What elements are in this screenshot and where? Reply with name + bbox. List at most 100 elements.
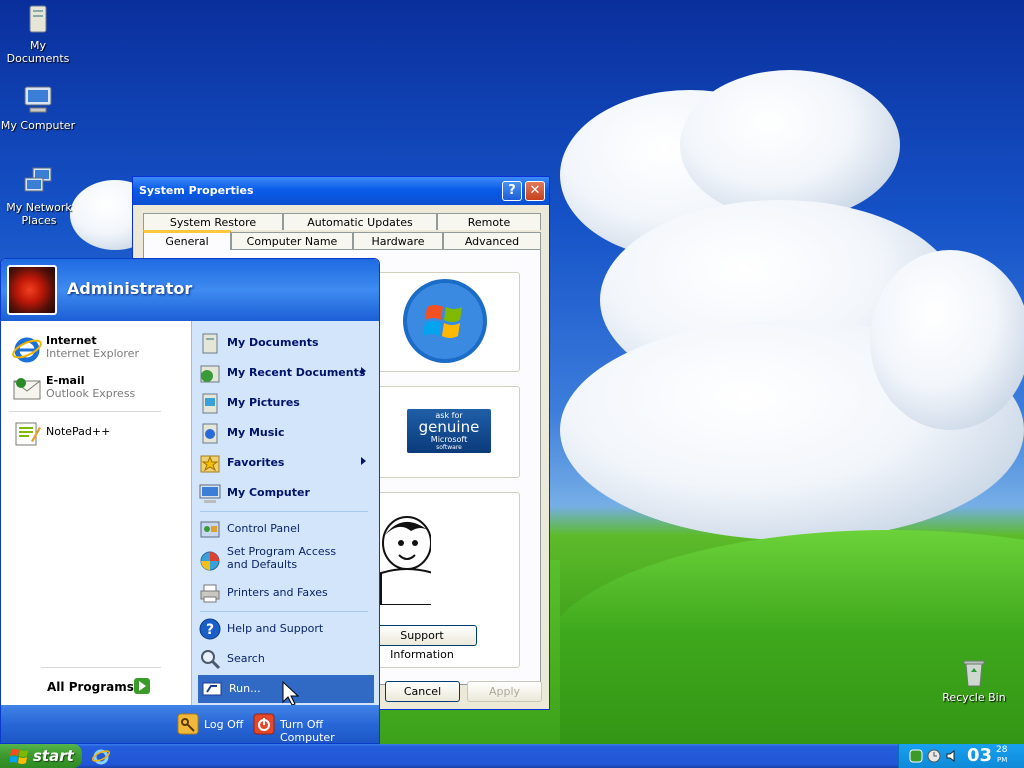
divider (200, 611, 368, 612)
tab-general[interactable]: General (143, 230, 231, 250)
window-title: System Properties (139, 184, 254, 197)
menu-item-label: My Music (227, 426, 285, 439)
taskbar: start 03 28 PM (0, 744, 1024, 768)
control-panel-icon (200, 521, 220, 538)
badge-line: software (436, 444, 462, 451)
start-button[interactable]: start (0, 744, 82, 768)
menu-item-favorites[interactable]: Favorites (196, 449, 376, 477)
computer-icon (22, 84, 54, 116)
close-button[interactable]: ✕ (525, 181, 545, 201)
turn-off-computer-button[interactable]: Turn Off Computer (253, 713, 377, 743)
genuine-microsoft-badge: ask for genuine Microsoft software (407, 409, 491, 453)
menu-item-label: Search (227, 652, 265, 665)
desktop-icon-label: My Computer (0, 119, 76, 132)
menu-item-label: Favorites (227, 456, 285, 469)
recent-documents-icon (200, 365, 220, 383)
menu-item-label: My Pictures (227, 396, 300, 409)
run-icon (202, 682, 222, 696)
windows-flag-icon (10, 749, 28, 764)
submenu-arrow-icon (361, 457, 366, 465)
program-subtitle: Outlook Express (46, 387, 136, 400)
my-documents-icon (202, 333, 218, 354)
divider (9, 411, 161, 412)
oem-box: Support Information (367, 492, 520, 668)
clock-minutes: 28 (996, 745, 1008, 755)
start-menu[interactable]: Administrator Internet Internet Explorer… (0, 258, 380, 744)
tab-remote[interactable]: Remote (437, 213, 541, 230)
menu-item-label: Help and Support (227, 622, 324, 635)
system-tray: 03 28 PM (898, 744, 1024, 768)
cancel-button[interactable]: Cancel (385, 681, 460, 702)
clock-hour: 03 (967, 745, 993, 766)
menu-item-control-panel[interactable]: Control Panel (196, 515, 376, 543)
tab-computer-name[interactable]: Computer Name (231, 232, 353, 249)
my-music-icon (202, 423, 218, 444)
power-icon (253, 713, 275, 735)
program-title: Internet (46, 334, 97, 347)
notepad-plus-plus-icon (11, 417, 43, 449)
desktop-icon-my-network-places[interactable]: My Network Places (0, 166, 80, 227)
quick-launch-internet-explorer-icon[interactable] (92, 747, 110, 765)
all-programs-label: All Programs (47, 680, 134, 694)
user-avatar[interactable] (7, 265, 57, 315)
cloud (870, 250, 1024, 430)
clock-ampm: PM (997, 756, 1008, 764)
start-menu-header: Administrator (1, 259, 379, 321)
menu-item-help-and-support[interactable]: ? Help and Support (196, 615, 376, 643)
close-icon: ✕ (529, 183, 541, 198)
program-subtitle: Internet Explorer (46, 347, 139, 360)
desktop-icon-label: My Network Places (6, 201, 72, 227)
menu-item-my-computer[interactable]: My Computer (196, 479, 376, 507)
menu-item-my-pictures[interactable]: My Pictures (196, 389, 376, 417)
badge-line: genuine (418, 418, 480, 436)
menu-item-label: My Documents (227, 336, 319, 349)
windows-logo-icon (403, 279, 487, 363)
help-icon: ? (199, 618, 221, 640)
oem-character-image (380, 516, 431, 605)
tab-system-restore[interactable]: System Restore (143, 213, 283, 230)
log-off-button[interactable]: Log Off (177, 713, 249, 737)
pinned-internet[interactable]: Internet Internet Explorer (9, 331, 185, 367)
pinned-email[interactable]: E-mail Outlook Express (9, 371, 185, 407)
recent-notepad-plus-plus[interactable]: NotePad++ (9, 415, 185, 451)
svg-text:?: ? (206, 622, 214, 638)
window-titlebar[interactable]: System Properties ? ✕ (133, 177, 549, 205)
divider (200, 511, 368, 512)
menu-item-my-music[interactable]: My Music (196, 419, 376, 447)
genuine-box: ask for genuine Microsoft software (374, 386, 520, 478)
menu-item-set-program-access[interactable]: Set Program Access and Defaults (196, 543, 376, 579)
program-title: E-mail (46, 374, 85, 387)
desktop-icon-my-computer[interactable]: My Computer (0, 84, 78, 132)
menu-item-label: My Computer (227, 486, 310, 499)
menu-item-my-documents[interactable]: My Documents (196, 329, 376, 357)
menu-item-label: Run... (229, 682, 261, 695)
recycle-bin-icon (958, 656, 990, 688)
submenu-arrow-icon (361, 367, 366, 375)
menu-item-my-recent-documents[interactable]: My Recent Documents (196, 359, 376, 387)
menu-item-printers-and-faxes[interactable]: Printers and Faxes (196, 579, 376, 607)
program-title: NotePad++ (46, 425, 111, 438)
desktop-icon-recycle-bin[interactable]: Recycle Bin (934, 656, 1014, 704)
all-programs-button[interactable]: All Programs (41, 675, 161, 699)
help-button[interactable]: ? (502, 181, 522, 201)
tab-automatic-updates[interactable]: Automatic Updates (283, 213, 437, 230)
tab-advanced[interactable]: Advanced (443, 232, 541, 249)
desktop-icon-my-documents[interactable]: My Documents (0, 4, 78, 65)
desktop-icon-label: My Documents (6, 39, 70, 65)
support-information-button[interactable]: Support Information (367, 625, 477, 661)
tray-volume-icon[interactable] (945, 749, 959, 763)
my-pictures-icon (202, 393, 218, 414)
divider (41, 667, 161, 668)
tab-hardware[interactable]: Hardware (353, 232, 443, 249)
start-menu-footer: Log Off Turn Off Computer (1, 705, 379, 743)
printer-icon (200, 584, 220, 603)
tray-clock-icon[interactable] (927, 749, 941, 763)
green-hill (540, 530, 1024, 744)
windows-logo-box (374, 272, 520, 372)
tray-status-icon[interactable] (909, 749, 923, 763)
start-menu-left-column: Internet Internet Explorer E-mail Outloo… (1, 321, 191, 705)
menu-item-search[interactable]: Search (196, 645, 376, 673)
computer-icon (199, 484, 221, 503)
start-menu-right-column: My Documents My Recent Documents My Pict… (191, 321, 379, 706)
search-icon (201, 650, 221, 670)
